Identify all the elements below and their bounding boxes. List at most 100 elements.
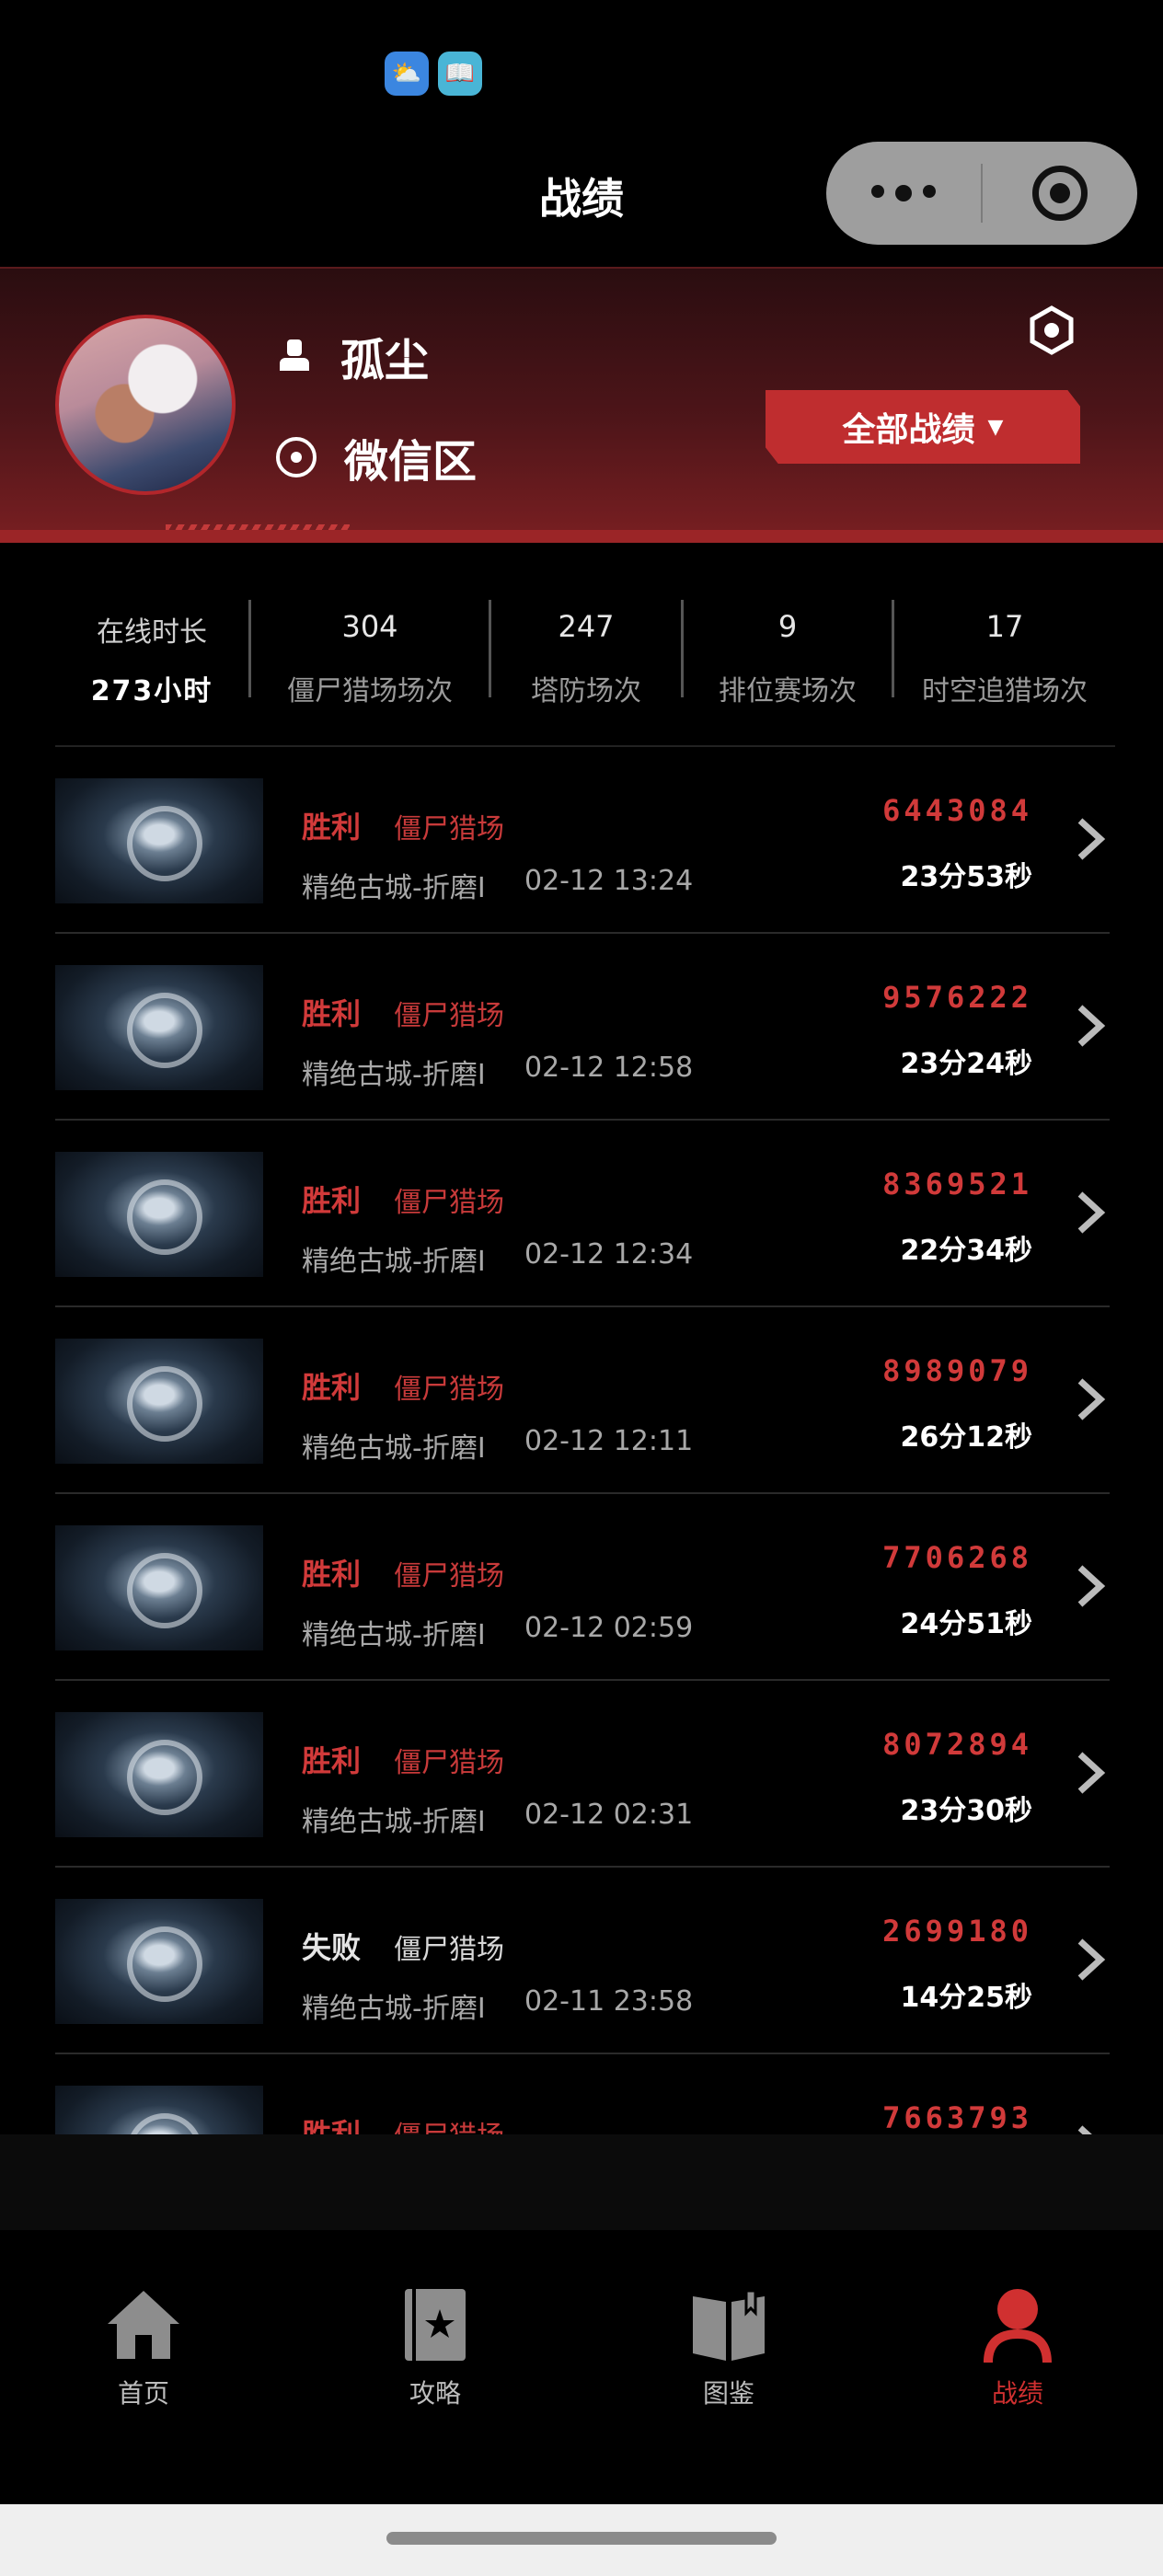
record-mode: 僵尸猎场 — [394, 1747, 504, 1779]
record-row[interactable]: 失败 僵尸猎场 精绝古城-折磨I 02-11 23:58 2699180 14分… — [55, 1868, 1110, 2054]
stat-label: 塔防场次 — [531, 675, 641, 707]
tab-home[interactable]: 首页 — [70, 2285, 217, 2410]
record-score: 8989079 — [882, 1353, 1032, 1388]
profile-icon — [984, 2289, 1052, 2363]
home-icon — [108, 2291, 179, 2359]
record-map: 精绝古城-折磨I — [302, 872, 486, 904]
record-mode: 僵尸猎场 — [394, 1934, 504, 1966]
map-thumbnail — [55, 1712, 263, 1837]
chevron-right-icon — [1077, 1005, 1106, 1047]
player-zone-row: 微信区 — [276, 425, 477, 489]
record-row[interactable]: 胜利 僵尸猎场 精绝古城-折磨I 02-12 02:59 7706268 24分… — [55, 1494, 1110, 1681]
all-records-label: 全部战绩 — [842, 411, 975, 449]
stat-label: 在线时长 — [97, 616, 207, 649]
stat-tower-defense: 247 塔防场次 — [491, 589, 681, 708]
chevron-right-icon — [1077, 1565, 1106, 1607]
map-thumbnail — [55, 1152, 263, 1277]
chevron-right-icon — [1077, 818, 1106, 860]
stat-value: 273小时 — [90, 675, 213, 707]
record-result: 胜利 — [302, 1370, 362, 1405]
tab-records[interactable]: 战绩 — [944, 2285, 1091, 2410]
record-result: 胜利 — [302, 1183, 362, 1218]
player-name-row: 孤尘 — [276, 324, 429, 388]
record-time: 02-12 12:11 — [524, 1425, 694, 1457]
target-icon — [1032, 166, 1088, 221]
record-score: 7706268 — [882, 1540, 1032, 1575]
record-row[interactable]: 胜利 僵尸猎场 精绝古城-折磨I 02-12 13:24 6443084 23分… — [55, 747, 1110, 934]
mini-program-capsule — [826, 142, 1137, 245]
map-thumbnail — [55, 1525, 263, 1650]
tab-label: 图鉴 — [702, 2378, 754, 2409]
stat-value: 304 — [341, 609, 398, 644]
record-list[interactable]: 胜利 僵尸猎场 精绝古城-折磨I 02-12 13:24 6443084 23分… — [0, 747, 1163, 2134]
more-menu-button[interactable] — [826, 185, 981, 201]
stats-bar: 在线时长 273小时 304 僵尸猎场场次 247 塔防场次 9 排位赛场次 1… — [55, 589, 1115, 708]
stat-zombie-hunt: 304 僵尸猎场场次 — [251, 589, 489, 708]
stat-time-hunt: 17 时空追猎场次 — [894, 589, 1115, 708]
record-score: 7663793 — [882, 2100, 1032, 2134]
chevron-right-icon — [1077, 1752, 1106, 1794]
record-map: 精绝古城-折磨I — [302, 1993, 486, 2025]
stat-ranked: 9 排位赛场次 — [684, 589, 892, 708]
record-map: 精绝古城-折磨I — [302, 1246, 486, 1278]
chevron-right-icon — [1077, 2125, 1092, 2134]
map-thumbnail — [55, 2086, 263, 2134]
tab-label: 首页 — [117, 2378, 169, 2409]
tab-codex[interactable]: 图鉴 — [655, 2285, 802, 2410]
record-map: 精绝古城-折磨I — [302, 1806, 486, 1838]
home-indicator[interactable] — [386, 2532, 777, 2545]
record-mode: 僵尸猎场 — [394, 1374, 504, 1406]
stat-online-time: 在线时长 273小时 — [55, 589, 248, 708]
record-time: 02-11 23:58 — [524, 1985, 694, 2018]
book-icon: 📖 — [438, 52, 482, 96]
record-duration: 26分12秒 — [900, 1421, 1033, 1454]
stat-value: 9 — [777, 609, 798, 644]
record-time: 02-12 12:58 — [524, 1052, 694, 1084]
list-bottom-area — [0, 2134, 1163, 2230]
guide-book-icon — [405, 2289, 466, 2361]
record-duration: 23分24秒 — [900, 1048, 1033, 1080]
player-zone: 微信区 — [344, 436, 478, 488]
bottom-tab-bar: 首页 攻略 图鉴 战绩 — [0, 2230, 1163, 2506]
person-icon — [276, 338, 313, 374]
all-records-dropdown[interactable]: 全部战绩 ▼ — [766, 390, 1080, 464]
zone-icon — [276, 437, 317, 477]
mini-program-icons: ⛅ 📖 — [385, 52, 482, 96]
record-time: 02-12 02:31 — [524, 1799, 694, 1831]
record-row[interactable]: 胜利 僵尸猎场 7663793 — [55, 2054, 1110, 2134]
avatar — [55, 315, 236, 495]
record-duration: 24分51秒 — [900, 1608, 1033, 1640]
record-row[interactable]: 胜利 僵尸猎场 精绝古城-折磨I 02-12 12:58 9576222 23分… — [55, 934, 1110, 1121]
record-map: 精绝古城-折磨I — [302, 1619, 486, 1651]
record-duration: 14分25秒 — [900, 1982, 1033, 2014]
stat-value: 247 — [558, 609, 615, 644]
record-row[interactable]: 胜利 僵尸猎场 精绝古城-折磨I 02-12 02:31 8072894 23分… — [55, 1681, 1110, 1868]
record-row[interactable]: 胜利 僵尸猎场 精绝古城-折磨I 02-12 12:34 8369521 22分… — [55, 1121, 1110, 1307]
record-row[interactable]: 胜利 僵尸猎场 精绝古城-折磨I 02-12 12:11 8989079 26分… — [55, 1307, 1110, 1494]
stat-value: 17 — [985, 609, 1024, 644]
record-duration: 23分30秒 — [900, 1795, 1033, 1827]
stat-label: 僵尸猎场场次 — [287, 675, 453, 707]
record-mode: 僵尸猎场 — [394, 1560, 504, 1593]
record-map: 精绝古城-折磨I — [302, 1059, 486, 1091]
map-thumbnail — [55, 965, 263, 1090]
weather-icon: ⛅ — [385, 52, 429, 96]
record-duration: 23分53秒 — [900, 861, 1033, 893]
record-result: 胜利 — [302, 2117, 362, 2134]
tab-guide[interactable]: 攻略 — [362, 2285, 509, 2410]
record-score: 9576222 — [882, 980, 1032, 1015]
tab-label: 攻略 — [409, 2378, 461, 2409]
hexagon-settings-icon[interactable] — [1027, 305, 1077, 355]
record-mode: 僵尸猎场 — [394, 1187, 504, 1219]
open-book-icon — [693, 2289, 765, 2361]
record-time: 02-12 02:59 — [524, 1612, 694, 1644]
map-thumbnail — [55, 778, 263, 903]
chevron-right-icon — [1077, 1938, 1106, 1981]
record-result: 失败 — [302, 1930, 362, 1965]
close-mini-program-button[interactable] — [983, 166, 1137, 221]
map-thumbnail — [55, 1339, 263, 1464]
system-home-bar — [0, 2504, 1163, 2576]
player-name: 孤尘 — [340, 335, 430, 386]
record-result: 胜利 — [302, 1743, 362, 1778]
map-thumbnail — [55, 1899, 263, 2024]
